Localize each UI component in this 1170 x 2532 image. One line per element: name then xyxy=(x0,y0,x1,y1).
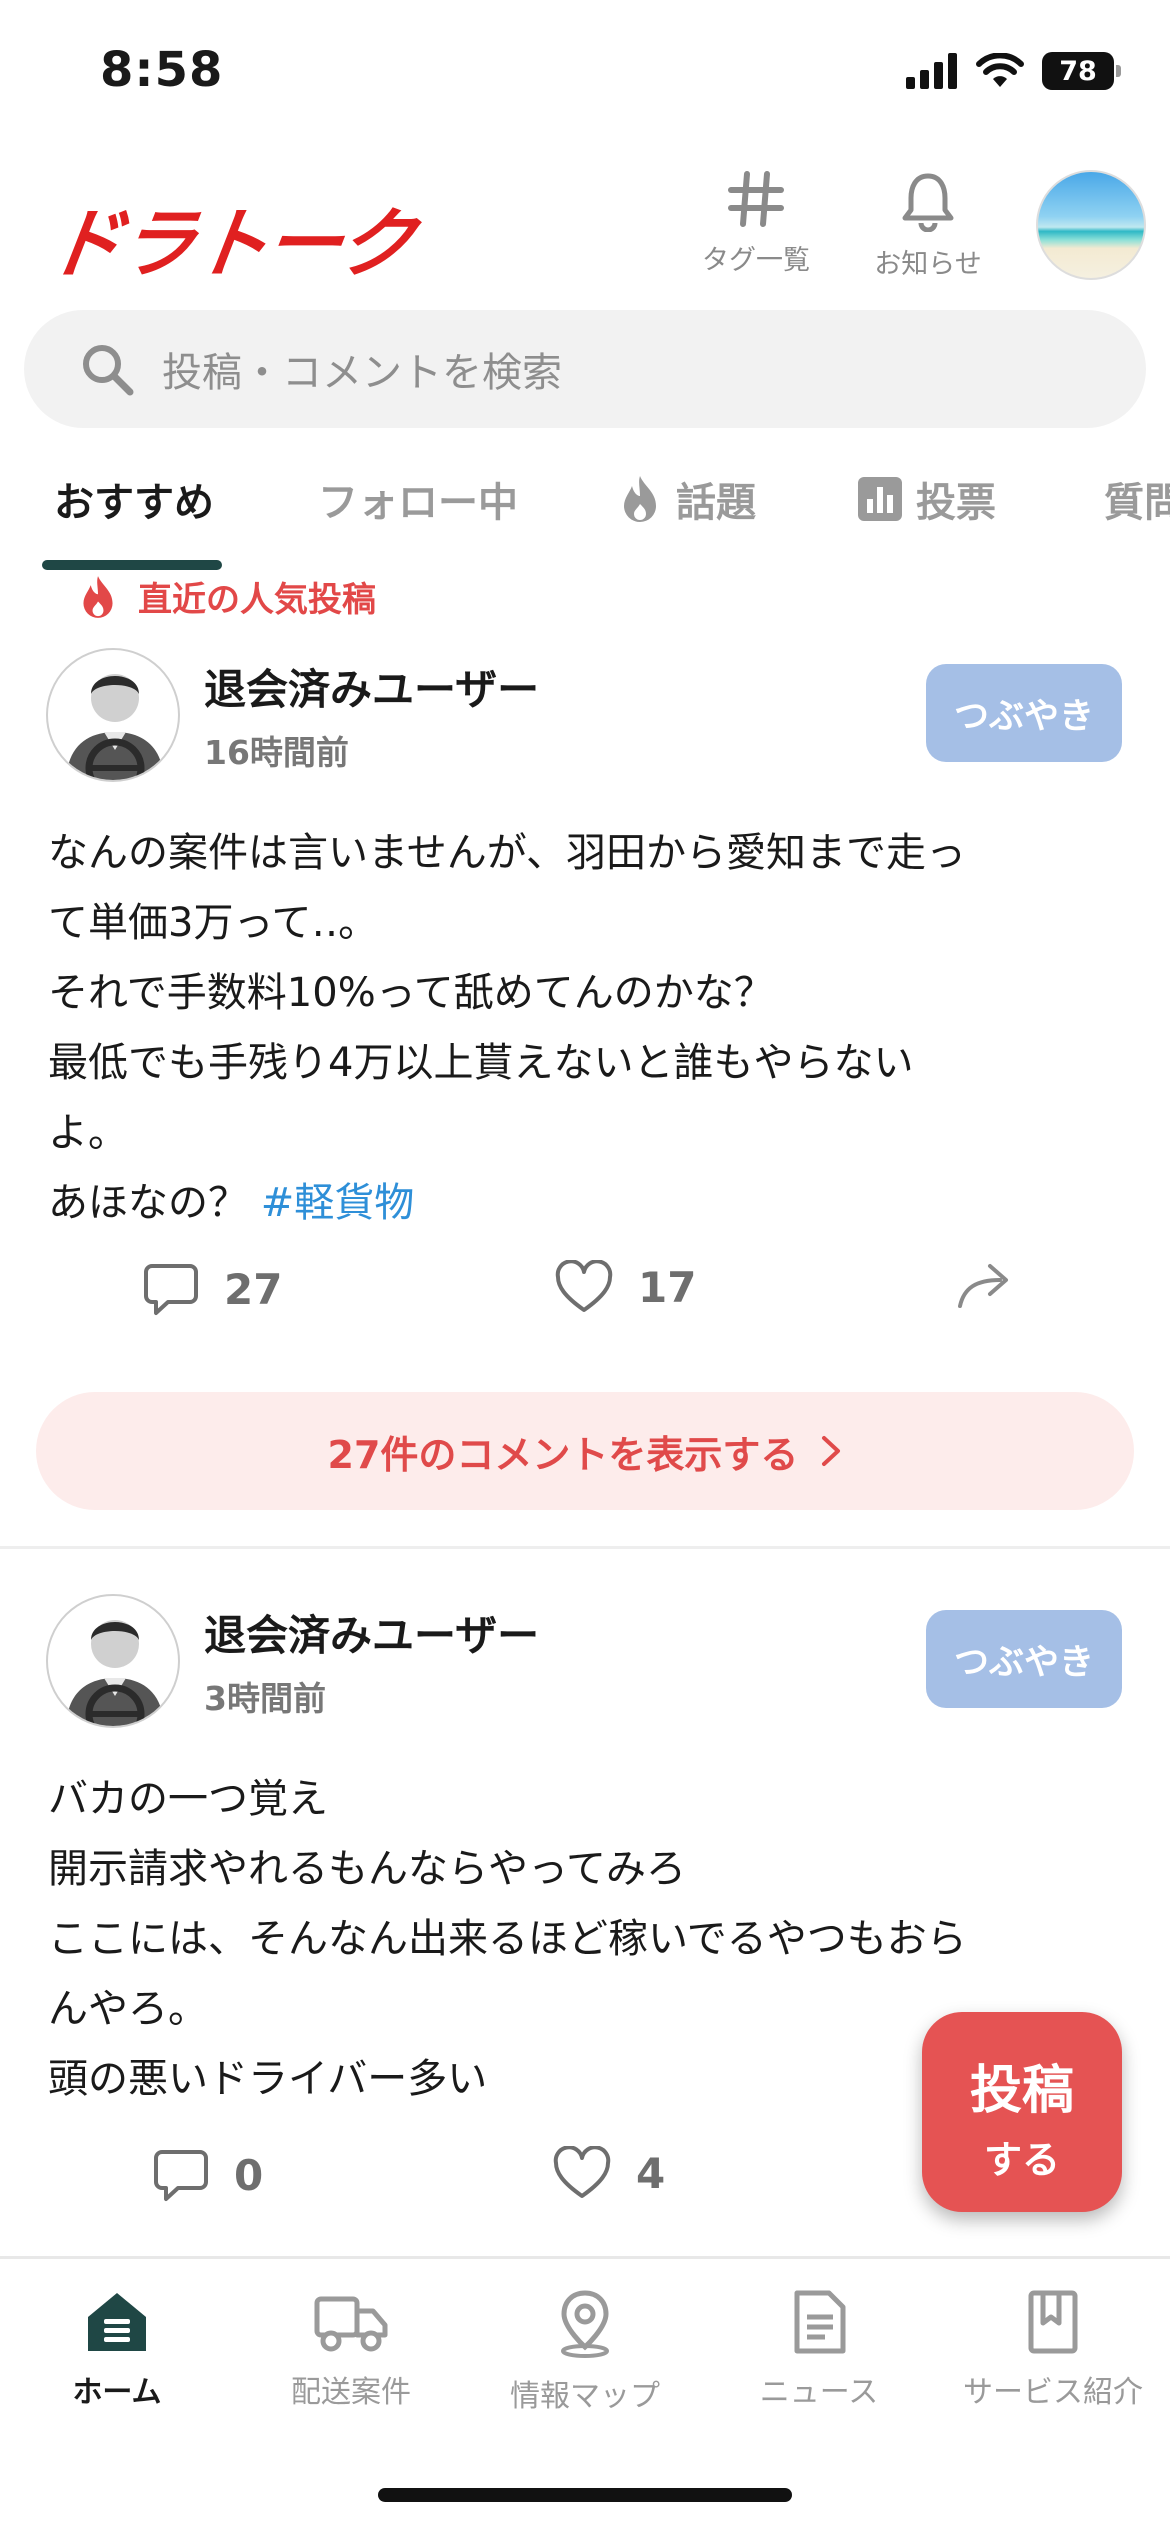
nav-label: ニュース xyxy=(759,2375,879,2410)
post-time: 3時間前 xyxy=(204,1679,326,1718)
app-logo: ドラトーク xyxy=(40,199,419,288)
post-divider xyxy=(0,1546,1170,1549)
flame-icon xyxy=(624,476,656,522)
share-button[interactable] xyxy=(956,1260,1014,1310)
app-header: ドラトーク タグ一覧 お知らせ xyxy=(0,160,1170,310)
like-button[interactable]: 4 xyxy=(552,2146,665,2200)
home-icon xyxy=(88,2293,146,2351)
like-button[interactable]: 17 xyxy=(554,1260,696,1314)
user-avatar[interactable] xyxy=(46,648,180,782)
comment-icon xyxy=(144,1264,198,1315)
trending-label: 直近の人気投稿 xyxy=(78,572,376,621)
post-type-badge: つぶやき xyxy=(926,664,1122,762)
post-line: バカの一つ覚え xyxy=(48,1776,328,1822)
post-time: 16時間前 xyxy=(204,733,349,772)
profile-avatar[interactable] xyxy=(1036,170,1146,280)
like-count: 4 xyxy=(636,2148,666,2198)
post-line: ここには、そんなん出来るほど稼いでるやつもおら xyxy=(48,1916,967,1962)
nav-delivery-jobs[interactable]: 配送案件 xyxy=(234,2289,468,2411)
document-icon xyxy=(794,2290,846,2354)
hash-icon xyxy=(728,171,784,227)
bell-icon xyxy=(902,173,954,233)
search-placeholder: 投稿・コメントを検索 xyxy=(162,350,562,396)
tab-polls[interactable]: 投票 xyxy=(858,470,996,528)
post-line: よ。 xyxy=(48,1110,128,1156)
show-comments-button[interactable]: 27件のコメントを表示する xyxy=(36,1392,1134,1510)
bar-chart-icon xyxy=(858,477,902,521)
map-pin-icon xyxy=(561,2290,609,2358)
show-comments-label: 27件のコメントを表示する xyxy=(327,1432,799,1477)
compose-post-button[interactable]: 投稿 する xyxy=(922,2012,1122,2212)
comment-icon xyxy=(154,2150,208,2201)
nav-news[interactable]: ニュース xyxy=(702,2289,936,2411)
heart-icon xyxy=(553,2146,611,2198)
home-indicator[interactable] xyxy=(378,2488,792,2502)
feed-tabs: おすすめ フォロー中 話題 投票 質問 xyxy=(0,450,1170,572)
post-line: 最低でも手残り4万以上貰えないと誰もやらない xyxy=(48,1040,914,1086)
comment-button[interactable]: 0 xyxy=(152,2146,263,2204)
tab-label: 話題 xyxy=(676,480,756,526)
tab-label: 投票 xyxy=(916,480,996,526)
signal-icon xyxy=(906,53,957,89)
hashtag-link[interactable]: #軽貨物 xyxy=(261,1180,415,1226)
flame-icon xyxy=(83,575,113,618)
tab-trending[interactable]: 話題 xyxy=(618,470,756,528)
comment-button[interactable]: 27 xyxy=(142,1260,282,1318)
notifications-button[interactable]: お知らせ xyxy=(858,170,998,281)
nav-label: 情報マップ xyxy=(510,2379,660,2414)
driver-avatar-icon xyxy=(66,1620,164,1726)
tab-questions[interactable]: 質問 xyxy=(1104,470,1170,528)
nav-label: サービス紹介 xyxy=(963,2375,1143,2410)
tab-label: おすすめ xyxy=(54,480,214,526)
tab-label: フォロー中 xyxy=(318,480,518,526)
share-icon xyxy=(958,1264,1008,1308)
post-line: て単価3万って‥。 xyxy=(48,900,379,946)
truck-icon xyxy=(314,2296,388,2352)
nav-home[interactable]: ホーム xyxy=(0,2289,234,2411)
driver-avatar-icon xyxy=(66,674,164,780)
tab-label: 質問 xyxy=(1104,480,1170,526)
tab-following[interactable]: フォロー中 xyxy=(318,470,518,528)
battery-icon: 78 xyxy=(1042,52,1121,90)
status-bar: 8:58 78 xyxy=(0,0,1170,150)
post-type-label: つぶやき xyxy=(953,696,1094,737)
notifications-label: お知らせ xyxy=(874,249,982,280)
compose-label-line1: 投稿 xyxy=(969,2061,1074,2121)
nav-label: 配送案件 xyxy=(291,2375,411,2410)
post-line: それで手数料10%って舐めてんのかな？ xyxy=(48,970,774,1016)
like-count: 17 xyxy=(638,1262,697,1312)
post-username[interactable]: 退会済みユーザー xyxy=(204,1602,539,1663)
tag-list-button[interactable]: タグ一覧 xyxy=(686,170,826,277)
post-line: あほなの？ xyxy=(48,1180,248,1226)
nav-info-map[interactable]: 情報マップ xyxy=(468,2289,702,2415)
post-username[interactable]: 退会済みユーザー xyxy=(204,656,539,717)
nav-label: ホーム xyxy=(72,2375,162,2410)
compose-label-line2: する xyxy=(983,2138,1060,2182)
post-type-badge: つぶやき xyxy=(926,1610,1122,1708)
post-body[interactable]: なんの案件は言いませんが、羽田から愛知まで走っ て単価3万って‥。 それで手数料… xyxy=(48,818,1128,1238)
search-icon xyxy=(83,345,134,396)
chevron-right-icon xyxy=(822,1436,841,1466)
post-line: 開示請求やれるもんならやってみろ xyxy=(48,1846,686,1892)
heart-icon xyxy=(555,1260,613,1312)
trending-text: 直近の人気投稿 xyxy=(138,580,376,620)
status-time: 8:58 xyxy=(100,42,224,98)
tag-list-label: タグ一覧 xyxy=(702,245,810,276)
tab-recommended[interactable]: おすすめ xyxy=(54,470,214,528)
post-line-last: あほなの？ #軽貨物 xyxy=(48,1168,1128,1238)
nav-services[interactable]: サービス紹介 xyxy=(936,2289,1170,2411)
wifi-icon xyxy=(976,53,1024,87)
search-bar[interactable]: 投稿・コメントを検索 xyxy=(24,310,1146,428)
bookmark-book-icon xyxy=(1028,2290,1078,2354)
post-type-label: つぶやき xyxy=(953,1642,1094,1683)
comment-count: 27 xyxy=(224,1264,283,1314)
post-line: なんの案件は言いませんが、羽田から愛知まで走っ xyxy=(48,830,966,876)
status-icons: 78 xyxy=(906,52,1121,90)
active-tab-indicator xyxy=(42,560,222,570)
post-actions: 27 17 xyxy=(0,1260,1170,1330)
comment-count: 0 xyxy=(234,2150,264,2200)
user-avatar[interactable] xyxy=(46,1594,180,1728)
